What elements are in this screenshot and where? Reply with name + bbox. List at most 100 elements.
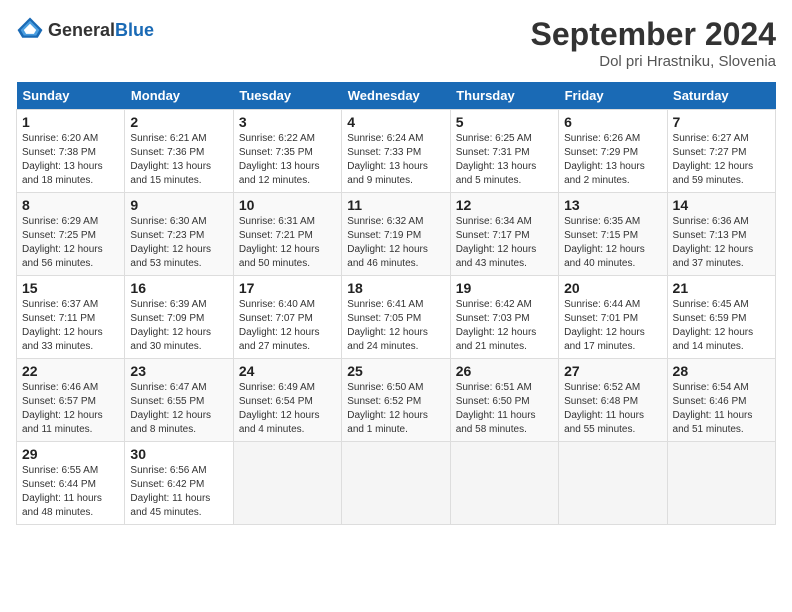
day-number: 14 [673,197,770,213]
day-details: Sunrise: 6:24 AMSunset: 7:33 PMDaylight:… [347,132,444,188]
calendar-day: 21 Sunrise: 6:45 AMSunset: 6:59 PMDayligh… [667,276,775,359]
calendar-day: 3 Sunrise: 6:22 AMSunset: 7:35 PMDaylight… [233,110,341,193]
calendar-day: 2Sunrise: 6:21 AMSunset: 7:36 PMDaylight… [125,110,233,193]
day-details: Sunrise: 6:22 AMSunset: 7:35 PMDaylight:… [239,132,336,188]
calendar-week-row: 1Sunrise: 6:20 AMSunset: 7:38 PMDaylight… [17,110,776,193]
day-details: Sunrise: 6:34 AMSunset: 7:17 PMDaylight:… [456,215,553,271]
day-number: 7 [673,114,770,130]
calendar-day: 18 Sunrise: 6:41 AMSunset: 7:05 PMDayligh… [342,276,450,359]
header-tuesday: Tuesday [233,82,341,110]
logo-icon [16,16,44,44]
day-details: Sunrise: 6:37 AMSunset: 7:11 PMDaylight:… [22,298,119,354]
day-details: Sunrise: 6:39 AMSunset: 7:09 PMDaylight:… [130,298,227,354]
day-number: 10 [239,197,336,213]
calendar-day: 1Sunrise: 6:20 AMSunset: 7:38 PMDaylight… [17,110,125,193]
calendar-week-row: 29 Sunrise: 6:55 AMSunset: 6:44 PMDayligh… [17,442,776,525]
day-details: Sunrise: 6:45 AMSunset: 6:59 PMDaylight:… [673,298,770,354]
day-number: 27 [564,363,661,379]
day-number: 12 [456,197,553,213]
calendar-day: 6 Sunrise: 6:26 AMSunset: 7:29 PMDaylight… [559,110,667,193]
day-number: 16 [130,280,227,296]
day-details: Sunrise: 6:32 AMSunset: 7:19 PMDaylight:… [347,215,444,271]
day-details: Sunrise: 6:25 AMSunset: 7:31 PMDaylight:… [456,132,553,188]
calendar-day: 22 Sunrise: 6:46 AMSunset: 6:57 PMDayligh… [17,359,125,442]
calendar-day: 24 Sunrise: 6:49 AMSunset: 6:54 PMDayligh… [233,359,341,442]
day-number: 25 [347,363,444,379]
calendar-day: 26 Sunrise: 6:51 AMSunset: 6:50 PMDayligh… [450,359,558,442]
calendar-week-row: 22 Sunrise: 6:46 AMSunset: 6:57 PMDayligh… [17,359,776,442]
day-details: Sunrise: 6:20 AMSunset: 7:38 PMDaylight:… [22,132,119,188]
day-details: Sunrise: 6:26 AMSunset: 7:29 PMDaylight:… [564,132,661,188]
calendar-day: 30Sunrise: 6:56 AMSunset: 6:42 PMDayligh… [125,442,233,525]
calendar-day: 27 Sunrise: 6:52 AMSunset: 6:48 PMDayligh… [559,359,667,442]
day-number: 18 [347,280,444,296]
day-number: 8 [22,197,119,213]
day-details: Sunrise: 6:31 AMSunset: 7:21 PMDaylight:… [239,215,336,271]
calendar-day: 25 Sunrise: 6:50 AMSunset: 6:52 PMDayligh… [342,359,450,442]
day-details: Sunrise: 6:21 AMSunset: 7:36 PMDaylight:… [130,132,227,188]
logo-general: General [48,20,115,40]
day-number: 19 [456,280,553,296]
month-title: September 2024 [531,16,776,53]
day-details: Sunrise: 6:52 AMSunset: 6:48 PMDaylight:… [564,381,661,437]
calendar-day: 23 Sunrise: 6:47 AMSunset: 6:55 PMDayligh… [125,359,233,442]
calendar-day: 17Sunrise: 6:40 AMSunset: 7:07 PMDayligh… [233,276,341,359]
calendar-day: 19 Sunrise: 6:42 AMSunset: 7:03 PMDayligh… [450,276,558,359]
day-details: Sunrise: 6:55 AMSunset: 6:44 PMDaylight:… [22,464,119,520]
day-details: Sunrise: 6:41 AMSunset: 7:05 PMDaylight:… [347,298,444,354]
day-details: Sunrise: 6:49 AMSunset: 6:54 PMDaylight:… [239,381,336,437]
calendar-day: 14 Sunrise: 6:36 AMSunset: 7:13 PMDayligh… [667,193,775,276]
title-area: September 2024 Dol pri Hrastniku, Sloven… [531,16,776,70]
day-number: 26 [456,363,553,379]
header-thursday: Thursday [450,82,558,110]
calendar-day: 9 Sunrise: 6:30 AMSunset: 7:23 PMDaylight… [125,193,233,276]
header-friday: Friday [559,82,667,110]
header-sunday: Sunday [17,82,125,110]
logo-blue: Blue [115,20,154,40]
day-details: Sunrise: 6:54 AMSunset: 6:46 PMDaylight:… [673,381,770,437]
day-number: 15 [22,280,119,296]
calendar-empty [233,442,341,525]
calendar-empty [667,442,775,525]
day-number: 21 [673,280,770,296]
header-saturday: Saturday [667,82,775,110]
logo: GeneralBlue [16,16,154,44]
day-number: 5 [456,114,553,130]
header-monday: Monday [125,82,233,110]
calendar-day: 11 Sunrise: 6:32 AMSunset: 7:19 PMDayligh… [342,193,450,276]
day-details: Sunrise: 6:35 AMSunset: 7:15 PMDaylight:… [564,215,661,271]
calendar-table: Sunday Monday Tuesday Wednesday Thursday… [16,82,776,525]
day-number: 20 [564,280,661,296]
day-number: 6 [564,114,661,130]
day-number: 13 [564,197,661,213]
calendar-day: 28Sunrise: 6:54 AMSunset: 6:46 PMDayligh… [667,359,775,442]
day-details: Sunrise: 6:36 AMSunset: 7:13 PMDaylight:… [673,215,770,271]
day-number: 4 [347,114,444,130]
day-details: Sunrise: 6:42 AMSunset: 7:03 PMDaylight:… [456,298,553,354]
day-number: 23 [130,363,227,379]
day-number: 3 [239,114,336,130]
day-details: Sunrise: 6:46 AMSunset: 6:57 PMDaylight:… [22,381,119,437]
location-title: Dol pri Hrastniku, Slovenia [531,53,776,70]
calendar-day: 12 Sunrise: 6:34 AMSunset: 7:17 PMDayligh… [450,193,558,276]
day-details: Sunrise: 6:47 AMSunset: 6:55 PMDaylight:… [130,381,227,437]
calendar-day: 16 Sunrise: 6:39 AMSunset: 7:09 PMDayligh… [125,276,233,359]
calendar-day: 20Sunrise: 6:44 AMSunset: 7:01 PMDayligh… [559,276,667,359]
calendar-day: 29 Sunrise: 6:55 AMSunset: 6:44 PMDayligh… [17,442,125,525]
day-number: 24 [239,363,336,379]
day-number: 11 [347,197,444,213]
calendar-day: 10 Sunrise: 6:31 AMSunset: 7:21 PMDayligh… [233,193,341,276]
day-details: Sunrise: 6:27 AMSunset: 7:27 PMDaylight:… [673,132,770,188]
calendar-day: 8Sunrise: 6:29 AMSunset: 7:25 PMDaylight… [17,193,125,276]
calendar-week-row: 8Sunrise: 6:29 AMSunset: 7:25 PMDaylight… [17,193,776,276]
day-details: Sunrise: 6:51 AMSunset: 6:50 PMDaylight:… [456,381,553,437]
calendar-day: 5 Sunrise: 6:25 AMSunset: 7:31 PMDaylight… [450,110,558,193]
day-details: Sunrise: 6:50 AMSunset: 6:52 PMDaylight:… [347,381,444,437]
day-details: Sunrise: 6:56 AMSunset: 6:42 PMDaylight:… [130,464,227,520]
day-number: 9 [130,197,227,213]
day-number: 17 [239,280,336,296]
day-details: Sunrise: 6:30 AMSunset: 7:23 PMDaylight:… [130,215,227,271]
calendar-day: 7 Sunrise: 6:27 AMSunset: 7:27 PMDaylight… [667,110,775,193]
day-number: 22 [22,363,119,379]
day-number: 29 [22,446,119,462]
